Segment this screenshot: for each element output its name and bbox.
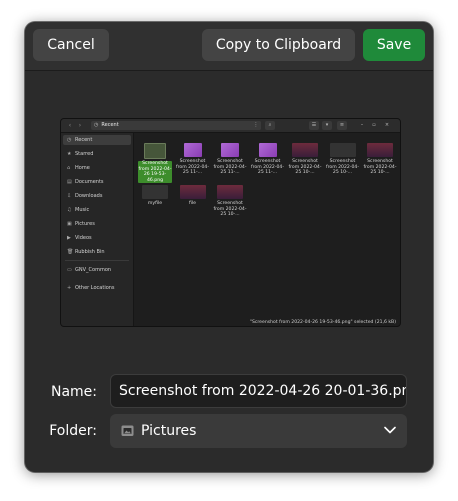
preview-sidebar-label: GNV_Common (75, 267, 112, 273)
preview-file-grid: Screenshot from 2022-04-26 19-53-46.png S… (135, 133, 400, 316)
back-icon: ‹ (68, 122, 72, 129)
preview-sidebar-label: Music (75, 207, 90, 213)
chevron-down-icon (384, 426, 396, 434)
forward-icon: › (78, 122, 82, 129)
preview-sidebar-item: + Other Locations (63, 283, 131, 293)
document-icon: ▤ (67, 179, 72, 185)
picture-icon: ▣ (67, 221, 72, 227)
preview-path-bar: ◷ Recent (91, 121, 261, 130)
file-thumbnail (183, 143, 202, 157)
preview-sidebar-item: ⌂ Home (63, 163, 131, 173)
file-thumbnail (292, 143, 318, 157)
preview-file-label: Screenshot from 2022-04-25 10-... (363, 159, 397, 176)
preview-file-label: file (189, 201, 196, 206)
preview-sidebar-label: Videos (75, 235, 92, 241)
video-icon: ▶ (67, 235, 71, 241)
preview-file-label: Screenshot from 2022-04-25 10-... (288, 159, 322, 176)
view-options-icon: ☰ (309, 121, 319, 130)
preview-file-label: Screenshot from 2022-04-25 10-... (213, 201, 247, 218)
minimize-icon: – (360, 122, 364, 128)
preview-file-item: Screenshot from 2022-04-25 11-... (176, 143, 210, 176)
header-bar: Cancel Copy to Clipboard Save (25, 22, 433, 71)
preview-sidebar-label: Pictures (75, 221, 95, 227)
preview-file-item: Screenshot from 2022-04-25 10-... (326, 143, 360, 176)
preview-file-item: Screenshot from 2022-04-25 10-... (363, 143, 397, 176)
preview-sidebar-label: Downloads (75, 193, 103, 199)
file-thumbnail (217, 185, 243, 199)
preview-file-label: Screenshot from 2022-04-25 11-... (250, 159, 284, 176)
cancel-button[interactable]: Cancel (33, 29, 109, 61)
file-thumbnail (142, 185, 168, 199)
preview-sidebar: ◷ Recent ★ Starred ⌂ Home ▤ Documents ⇩ Downloads… (61, 133, 134, 326)
preview-file-item: Screenshot from 2022-04-25 10-... (213, 185, 247, 218)
sidebar-separator (65, 260, 129, 261)
name-label: Name: (50, 384, 97, 400)
folder-label: Folder: (49, 423, 97, 439)
file-thumbnail (144, 143, 166, 159)
preview-sidebar-item: ▣ Pictures (63, 219, 131, 229)
clock-icon: ◷ (94, 122, 99, 128)
preview-file-label: Screenshot from 2022-04-25 11-... (175, 159, 209, 176)
hamburger-icon: ≡ (337, 121, 347, 130)
star-icon: ★ (67, 151, 72, 157)
preview-file-item: Screenshot from 2022-04-25 11-... (213, 143, 247, 176)
preview-file-label: Screenshot from 2022-04-26 19-53-46.png (138, 161, 172, 184)
file-thumbnail (221, 143, 239, 157)
home-icon: ⌂ (67, 165, 71, 171)
preview-sidebar-label: Rubbish Bin (75, 249, 105, 255)
plus-icon: + (67, 285, 72, 291)
save-screenshot-dialog: Cancel Copy to Clipboard Save ‹ › ◷ Recen… (25, 22, 433, 472)
preview-sidebar-label: Recent (75, 137, 93, 143)
preview-file-item: myfile (138, 185, 172, 207)
file-thumbnail (179, 185, 206, 199)
preview-sidebar-item: ★ Starred (63, 149, 131, 159)
preview-sidebar-item: ▤ Documents (63, 177, 131, 187)
preview-sidebar-item: ⇩ Downloads (63, 191, 131, 201)
menu-icon: ⋮ (251, 121, 261, 130)
preview-sidebar-item: ◷ Recent (63, 135, 131, 145)
music-icon: ♫ (67, 207, 72, 213)
file-thumbnail (329, 143, 356, 157)
filename-input[interactable]: Screenshot from 2022-04-26 20-01-36.png (110, 374, 407, 408)
download-icon: ⇩ (67, 193, 72, 199)
preview-file-label: Screenshot from 2022-04-25 10-... (325, 159, 359, 176)
copy-to-clipboard-button[interactable]: Copy to Clipboard (202, 29, 355, 61)
preview-sidebar-item: 🗑 Rubbish Bin (63, 247, 131, 257)
preview-file-item: file (176, 185, 210, 207)
preview-header-bar: ‹ › ◷ Recent ⋮ ⌕ ☰ ▾ ≡ – ▫ × (61, 119, 400, 133)
search-icon: ⌕ (265, 121, 275, 130)
preview-file-item: Screenshot from 2022-04-26 19-53-46.png (138, 143, 172, 184)
folder-dropdown[interactable]: Pictures (110, 414, 407, 448)
preview-sidebar-label: Home (75, 165, 90, 171)
clock-icon: ◷ (67, 137, 72, 143)
drive-icon: ▭ (67, 267, 72, 273)
file-thumbnail (367, 143, 393, 157)
preview-status-text: "Screenshot from 2022-04-26 19-53-46.png… (249, 320, 396, 325)
sort-icon: ▾ (322, 121, 332, 130)
preview-path-label: Recent (101, 122, 119, 128)
preview-sidebar-label: Starred (75, 151, 94, 157)
pictures-folder-icon (121, 425, 134, 436)
preview-file-item: Screenshot from 2022-04-25 10-... (288, 143, 322, 176)
preview-sidebar-item: ▭ GNV_Common (63, 265, 131, 275)
screenshot-preview: ‹ › ◷ Recent ⋮ ⌕ ☰ ▾ ≡ – ▫ × ◷ Recent ★ Star… (60, 118, 401, 327)
save-button[interactable]: Save (363, 29, 425, 61)
preview-file-label: Screenshot from 2022-04-25 11-... (213, 159, 247, 176)
preview-file-item: Screenshot from 2022-04-25 11-... (251, 143, 285, 176)
preview-sidebar-label: Documents (75, 179, 104, 185)
file-thumbnail (258, 143, 277, 157)
maximize-icon: ▫ (372, 122, 376, 128)
folder-value: Pictures (141, 423, 197, 439)
preview-sidebar-item: ♫ Music (63, 205, 131, 215)
preview-sidebar-item: ▶ Videos (63, 233, 131, 243)
close-icon: × (384, 122, 390, 128)
trash-icon: 🗑 (67, 249, 74, 255)
preview-file-label: myfile (147, 201, 163, 206)
preview-sidebar-label: Other Locations (75, 285, 115, 291)
